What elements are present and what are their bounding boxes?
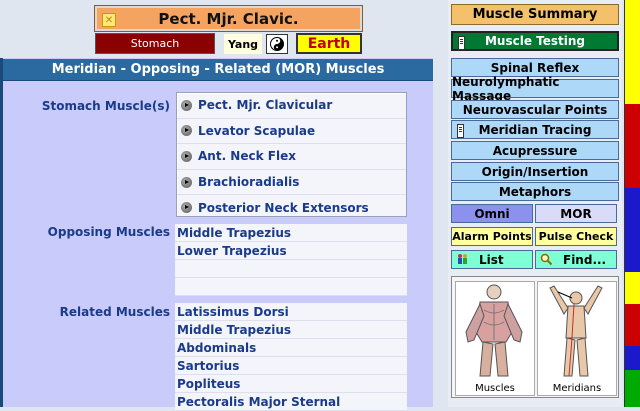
polarity-badge: Yang: [224, 34, 262, 54]
list-item[interactable]: Brachioradialis: [177, 170, 406, 196]
muscle-summary-button[interactable]: Muscle Summary: [451, 4, 619, 25]
go-arrow-icon[interactable]: [181, 176, 192, 188]
go-arrow-icon[interactable]: [181, 99, 192, 111]
panel-title: Meridian - Opposing - Related (MOR) Musc…: [3, 59, 433, 81]
neurolymphatic-massage-button[interactable]: Neurolymphatic Massage: [451, 75, 619, 103]
meridians-caption: Meridians: [552, 383, 602, 394]
go-arrow-icon[interactable]: [181, 150, 192, 162]
meridian-tracing-button[interactable]: Meridian Tracing: [451, 120, 619, 139]
strip-segment[interactable]: [624, 0, 640, 52]
list-item[interactable]: Sartorius: [175, 357, 407, 375]
pulse-check-button[interactable]: Pulse Check: [535, 227, 617, 246]
strip-segment[interactable]: [624, 272, 640, 304]
stomach-muscles-label: Stomach Muscle(s): [41, 99, 170, 113]
strip-segment[interactable]: [624, 230, 640, 272]
strip-segment[interactable]: [624, 52, 640, 104]
grip-icon: [457, 124, 464, 138]
list-item[interactable]: Middle Trapezius: [175, 224, 407, 242]
meridian-body-image: [549, 285, 603, 377]
list-item[interactable]: Popliteus: [175, 375, 407, 393]
list-item[interactable]: Pect. Mjr. Clavicular: [177, 93, 406, 119]
reference-images-panel: Muscles Meridians: [451, 276, 619, 398]
muscle-testing-button[interactable]: Muscle Testing: [451, 31, 619, 51]
origin-insertion-button[interactable]: Origin/Insertion: [451, 162, 619, 181]
alarm-points-button[interactable]: Alarm Points: [451, 227, 533, 246]
list-item[interactable]: Lower Trapezius: [175, 242, 407, 260]
search-icon: [540, 253, 553, 266]
opposing-muscles-label: Opposing Muscles: [47, 225, 170, 239]
grip-icon: [458, 36, 465, 50]
mor-button[interactable]: MOR: [535, 204, 617, 223]
neurovascular-points-button[interactable]: Neurovascular Points: [451, 100, 619, 119]
list-item[interactable]: Posterior Neck Extensors: [177, 195, 406, 220]
muscle-title: Pect. Mjr. Clavic.: [158, 9, 299, 28]
strip-segment[interactable]: [624, 346, 640, 370]
people-icon: [456, 253, 469, 266]
opposing-muscle-list: Middle Trapezius Lower Trapezius: [175, 224, 407, 296]
go-arrow-icon[interactable]: [181, 125, 192, 137]
yin-yang-icon: [266, 34, 288, 54]
anatomy-muscles-image: [465, 284, 523, 377]
element-badge: Earth: [296, 33, 362, 54]
go-arrow-icon[interactable]: [181, 202, 192, 214]
strip-segment[interactable]: [624, 304, 640, 346]
list-item[interactable]: Middle Trapezius: [175, 321, 407, 339]
related-muscle-list: Latissimus Dorsi Middle Trapezius Abdomi…: [175, 303, 407, 411]
strip-segment[interactable]: [624, 104, 640, 146]
meridian-badge: Stomach: [95, 33, 215, 54]
list-item[interactable]: Ant. Neck Flex: [177, 144, 406, 170]
strip-segment[interactable]: [624, 188, 640, 230]
muscles-figure[interactable]: Muscles: [455, 281, 535, 396]
list-item[interactable]: Levator Scapulae: [177, 119, 406, 145]
meridians-figure[interactable]: Meridians: [537, 281, 617, 396]
stomach-muscle-list: Pect. Mjr. Clavicular Levator Scapulae A…: [176, 92, 407, 217]
related-muscles-label: Related Muscles: [59, 305, 170, 319]
omni-button[interactable]: Omni: [451, 204, 533, 223]
list-item[interactable]: [175, 260, 407, 278]
list-item[interactable]: [175, 278, 407, 296]
list-button[interactable]: List: [451, 250, 533, 269]
list-item[interactable]: Pectoralis Major Sternal: [175, 393, 407, 411]
list-item[interactable]: Latissimus Dorsi: [175, 303, 407, 321]
metaphors-button[interactable]: Metaphors: [451, 182, 619, 201]
strip-segment[interactable]: [624, 370, 640, 407]
list-item[interactable]: Abdominals: [175, 339, 407, 357]
muscle-info-icon[interactable]: ✕: [102, 13, 116, 27]
acupressure-button[interactable]: Acupressure: [451, 141, 619, 160]
strip-segment[interactable]: [624, 146, 640, 188]
find-button[interactable]: Find...: [535, 250, 617, 269]
muscles-caption: Muscles: [475, 383, 515, 394]
muscle-title-box: ✕ Pect. Mjr. Clavic.: [94, 5, 363, 32]
